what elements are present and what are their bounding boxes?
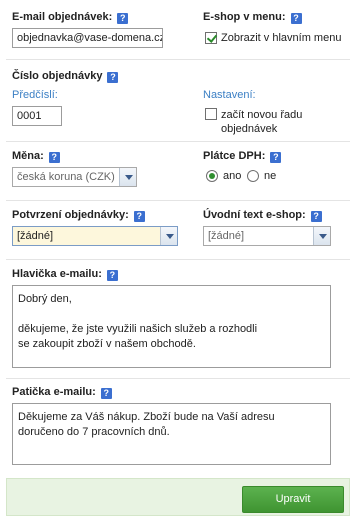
prefix-field[interactable]: 0001 [12,106,62,126]
currency-label: Měna:? [12,150,60,163]
help-icon[interactable]: ? [290,13,302,24]
order-settings-form: E-mail objednávek:? objednavka@vase-dome… [0,0,356,520]
email-header-textarea[interactable]: Dobrý den, děkujeme, že jste využili naš… [12,285,331,368]
divider [6,378,350,379]
chevron-down-icon [313,227,330,245]
confirmation-select[interactable]: [žádné] [12,226,178,246]
vat-payer-label: Plátce DPH:? [203,150,282,163]
divider [6,141,350,142]
show-in-menu-checkbox[interactable] [205,32,217,44]
intro-text-select[interactable]: [žádné] [203,226,331,246]
help-icon[interactable]: ? [48,152,60,163]
vat-no-label: ne [264,170,277,182]
help-icon[interactable]: ? [270,152,282,163]
reset-sequence-checkbox[interactable] [205,108,217,120]
divider [6,59,350,60]
help-icon[interactable]: ? [107,72,119,83]
help-icon[interactable]: ? [117,13,129,24]
vat-no-radio[interactable] [247,170,259,182]
intro-text-label: Úvodní text e-shop:? [203,209,322,222]
settings-label: Nastavení: [203,89,256,101]
help-icon[interactable]: ? [100,388,112,399]
email-label: E-mail objednávek:? [12,11,129,24]
help-icon[interactable]: ? [106,270,118,281]
email-footer-textarea[interactable]: Děkujeme za Váš nákup. Zboží bude na Vaš… [12,403,331,465]
reset-sequence-label-line1: začít novou řadu [221,109,303,121]
vat-yes-label: ano [223,170,242,182]
confirmation-label: Potvrzení objednávky:? [12,209,145,222]
email-field[interactable]: objednavka@vase-domena.cz [12,28,163,48]
order-number-label: Číslo objednávky? [12,70,119,83]
currency-select[interactable]: česká koruna (CZK) [12,167,137,187]
email-header-label: Hlavička e-mailu:? [12,268,118,281]
email-footer-label: Patička e-mailu:? [12,386,112,399]
chevron-down-icon [160,227,177,245]
vat-yes-radio[interactable] [206,170,218,182]
chevron-down-icon [119,168,136,186]
help-icon[interactable]: ? [133,211,145,222]
form-actions-bar: Upravit [6,478,350,516]
prefix-label: Předčíslí: [12,89,58,101]
reset-sequence-label-line2: objednávek [221,123,278,135]
divider [6,200,350,201]
submit-button[interactable]: Upravit [242,486,344,513]
eshop-menu-label: E-shop v menu:? [203,11,302,24]
show-in-menu-label: Zobrazit v hlavním menu [221,32,342,44]
divider [6,259,350,260]
help-icon[interactable]: ? [310,211,322,222]
